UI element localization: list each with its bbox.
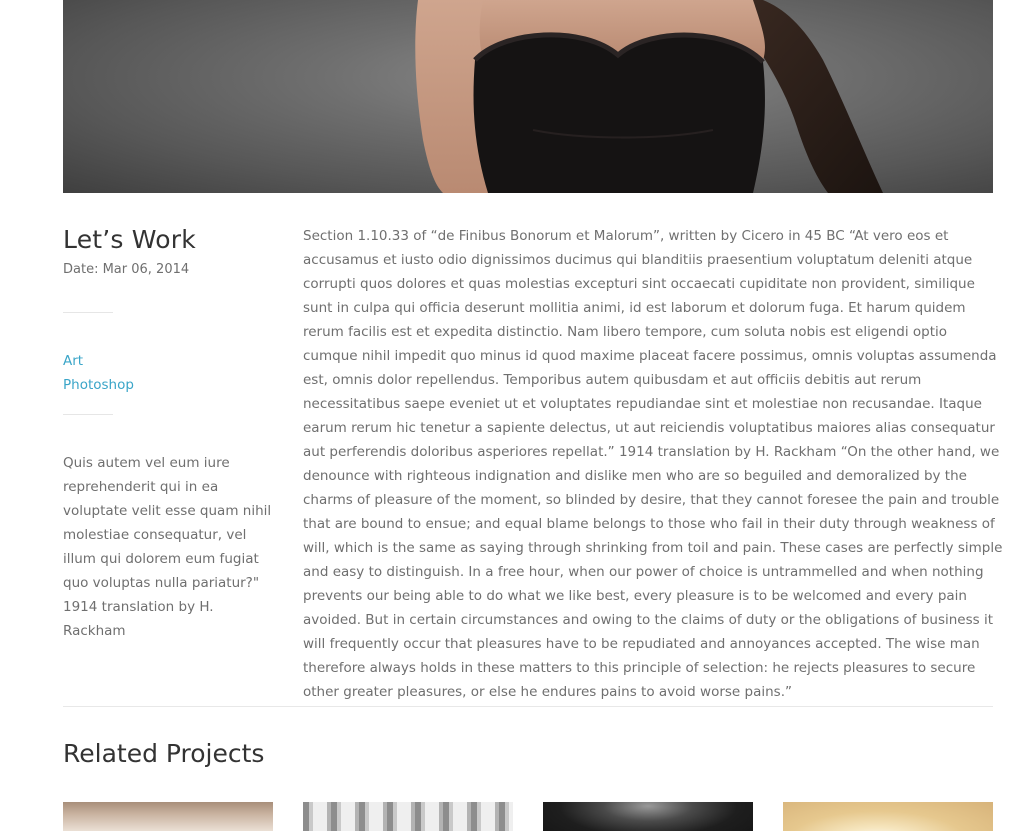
meta-divider	[63, 414, 113, 415]
interior-room-photo	[63, 802, 273, 831]
project-detail-page: Let’s Work Date: Mar 06, 2014 Art Photos…	[0, 0, 1032, 831]
related-projects-heading: Related Projects	[63, 739, 265, 768]
related-project-thumbnail[interactable]	[783, 802, 993, 831]
tag-item: Photoshop	[63, 373, 134, 397]
tag-link-art[interactable]: Art	[63, 349, 134, 373]
related-project-thumbnail[interactable]	[63, 802, 273, 831]
related-project-thumbnail[interactable]	[543, 802, 753, 831]
project-description: Section 1.10.33 of “de Finibus Bonorum e…	[303, 228, 1003, 700]
tag-item: Art	[63, 349, 134, 373]
sunset-beach-photo	[783, 802, 993, 831]
dark-portrait-photo	[543, 802, 753, 831]
section-divider	[63, 706, 993, 707]
tag-link-photoshop[interactable]: Photoshop	[63, 373, 134, 397]
meta-divider	[63, 312, 113, 313]
hero-portrait-illustration	[415, 0, 883, 193]
related-project-thumbnail[interactable]	[303, 802, 513, 831]
project-side-quote: Quis autem vel eum iure reprehenderit qu…	[63, 455, 272, 639]
project-tags: Art Photoshop	[63, 349, 134, 397]
hero-image	[63, 0, 993, 193]
project-title: Let’s Work	[63, 225, 196, 254]
project-date: Date: Mar 06, 2014	[63, 262, 190, 277]
bookshelf-interior-photo	[303, 802, 513, 831]
related-projects-grid	[63, 802, 993, 831]
